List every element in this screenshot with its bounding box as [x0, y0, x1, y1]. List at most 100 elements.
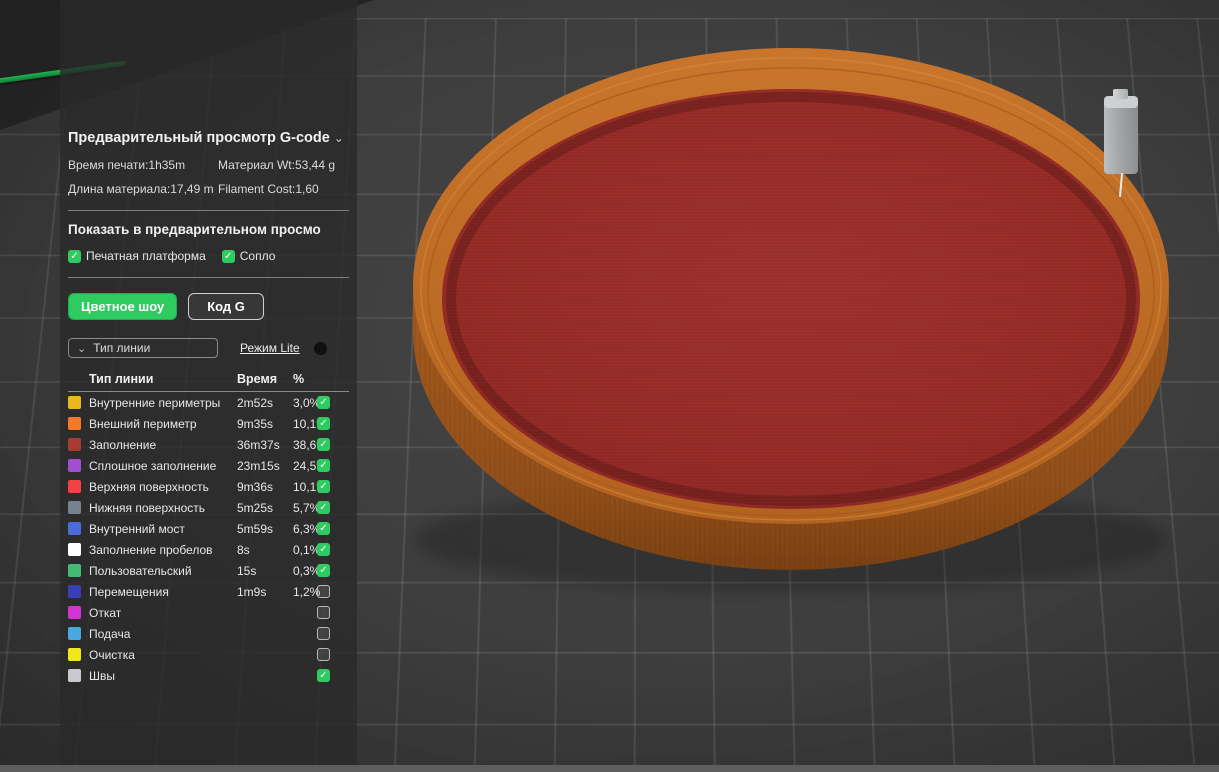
view-mode-buttons: Цветное шоу Код G	[68, 293, 349, 320]
table-row[interactable]: Нижняя поверхность 5m25s 5,7% ✓	[68, 497, 349, 518]
line-type-label: Подача	[89, 626, 131, 641]
line-type-time: 5m25s	[237, 500, 274, 515]
line-type-table-header: Тип линии Время %	[68, 372, 349, 392]
line-type-checkbox[interactable]: ✓	[317, 417, 330, 430]
line-type-color-swatch	[68, 480, 81, 493]
table-row[interactable]: Откат	[68, 602, 349, 623]
table-row[interactable]: Подача	[68, 623, 349, 644]
mode-lite-link[interactable]: Режим Lite	[240, 341, 300, 355]
line-type-checkbox[interactable]: ✓	[317, 522, 330, 535]
line-type-percent: 5,7%	[293, 500, 321, 515]
line-type-checkbox[interactable]: ✓	[317, 438, 330, 451]
stat-label: Время печати:	[68, 158, 149, 172]
table-row[interactable]: Сплошное заполнение 23m15s 24,5% ✓	[68, 455, 349, 476]
header-time: Время	[237, 372, 277, 386]
line-type-label: Верхняя поверхность	[89, 479, 209, 494]
line-type-checkbox[interactable]: ✓	[317, 480, 330, 493]
line-type-label: Заполнение пробелов	[89, 542, 213, 557]
checkbox-icon[interactable]: ✓	[221, 249, 235, 263]
table-row[interactable]: Заполнение 36m37s 38,6% ✓	[68, 434, 349, 455]
line-type-time: 8s	[237, 542, 250, 557]
material-length-stat: Длина материала:17,49 m	[68, 182, 218, 196]
line-type-time: 15s	[237, 563, 257, 578]
line-type-checkbox[interactable]: ✓	[317, 669, 330, 682]
table-row[interactable]: Очистка	[68, 644, 349, 665]
line-type-checkbox[interactable]: ✓	[317, 459, 330, 472]
preview-checkbox[interactable]: ✓ Печатная платформа	[68, 249, 206, 263]
line-type-color-swatch	[68, 669, 81, 682]
line-type-checkbox[interactable]: ✓	[317, 564, 330, 577]
line-type-percent: 0,3%	[293, 563, 321, 578]
line-type-color-swatch	[68, 564, 81, 577]
line-type-time: 5m59s	[237, 521, 274, 536]
print-stats: Время печати:1h35m Материал Wt:53,44 g Д…	[68, 158, 349, 196]
line-type-label: Внешний периметр	[89, 416, 197, 431]
table-row[interactable]: Швы ✓	[68, 665, 349, 686]
show-in-preview-title: Показать в предварительном просмо	[68, 222, 321, 237]
gcode-button[interactable]: Код G	[188, 293, 264, 320]
line-type-checkbox[interactable]: ✓	[317, 501, 330, 514]
table-row[interactable]: Перемещения 1m9s 1,2%	[68, 581, 349, 602]
table-row[interactable]: Внешний периметр 9m35s 10,1% ✓	[68, 413, 349, 434]
line-type-dropdown[interactable]: ⌄ Тип линии	[68, 338, 218, 358]
line-type-percent: 10,1%	[293, 416, 328, 431]
table-row[interactable]: Внутренний мост 5m59s 6,3% ✓	[68, 518, 349, 539]
checkbox-icon[interactable]: ✓	[68, 249, 81, 263]
line-type-percent: 1,2%	[293, 584, 321, 599]
stat-value: 1h35m	[148, 158, 186, 172]
line-type-color-swatch	[68, 522, 81, 535]
stat-value: 17,49 m	[170, 182, 214, 196]
line-type-checkbox[interactable]	[317, 585, 330, 598]
line-type-table-body: Внутренние периметры 2m52s 3,0% ✓ Внешни…	[68, 392, 349, 686]
timeline-scrollbar[interactable]	[0, 765, 1219, 772]
color-show-button[interactable]: Цветное шоу	[68, 293, 178, 320]
checkbox-label: Печатная платформа	[86, 249, 206, 263]
line-type-color-swatch	[68, 648, 81, 661]
line-type-label: Сплошное заполнение	[89, 458, 217, 473]
line-type-label: Нижняя поверхность	[89, 500, 206, 515]
table-row[interactable]: Верхняя поверхность 9m36s 10,1% ✓	[68, 476, 349, 497]
line-type-label: Пользовательский	[89, 563, 192, 578]
line-type-checkbox[interactable]	[317, 648, 330, 661]
stat-label: Filament Cost:	[218, 182, 296, 196]
line-type-time: 36m37s	[237, 437, 280, 452]
preview-checkbox[interactable]: ✓ Сопло	[221, 249, 275, 263]
line-type-color-swatch	[68, 438, 81, 451]
line-type-time: 2m52s	[237, 395, 274, 410]
line-type-checkbox[interactable]: ✓	[317, 396, 330, 409]
header-percent: %	[293, 372, 305, 386]
preview-toggles: ✓ Печатная платформа ✓ Сопло	[68, 249, 349, 263]
line-type-color-swatch	[68, 627, 81, 640]
line-type-color-swatch	[68, 543, 81, 556]
line-type-label: Швы	[89, 668, 115, 683]
table-row[interactable]: Пользовательский 15s 0,3% ✓	[68, 560, 349, 581]
gcode-preview-panel: Предварительный просмотр G-code ⌄ Время …	[60, 0, 357, 772]
line-type-checkbox[interactable]	[317, 627, 330, 640]
line-type-color-swatch	[68, 417, 81, 430]
line-type-time: 9m36s	[237, 479, 274, 494]
line-type-label: Внутренний мост	[89, 521, 185, 536]
prime-tower	[1104, 100, 1138, 174]
table-row[interactable]: Заполнение пробелов 8s 0,1% ✓	[68, 539, 349, 560]
line-type-percent: 6,3%	[293, 521, 321, 536]
stat-value: 1,60	[295, 182, 319, 196]
line-type-percent: 24,5%	[293, 458, 328, 473]
stat-label: Длина материала:	[68, 182, 171, 196]
panel-header: Предварительный просмотр G-code ⌄	[68, 130, 349, 146]
line-type-color-swatch	[68, 396, 81, 409]
table-row[interactable]: Внутренние периметры 2m52s 3,0% ✓	[68, 392, 349, 413]
print-time-stat: Время печати:1h35m	[68, 158, 218, 172]
line-type-percent: 38,6%	[293, 437, 328, 452]
line-type-label: Очистка	[89, 647, 135, 662]
line-type-time: 9m35s	[237, 416, 274, 431]
line-type-checkbox[interactable]	[317, 606, 330, 619]
line-type-percent: 10,1%	[293, 479, 328, 494]
divider	[68, 277, 349, 278]
line-type-checkbox[interactable]: ✓	[317, 543, 330, 556]
mode-toggle-dot[interactable]	[313, 341, 327, 355]
header-type: Тип линии	[89, 372, 154, 386]
prime-tower-knob	[1113, 89, 1128, 99]
line-type-color-swatch	[68, 585, 81, 598]
line-type-label: Внутренние периметры	[89, 395, 221, 410]
chevron-down-icon[interactable]: ⌄	[334, 131, 344, 145]
